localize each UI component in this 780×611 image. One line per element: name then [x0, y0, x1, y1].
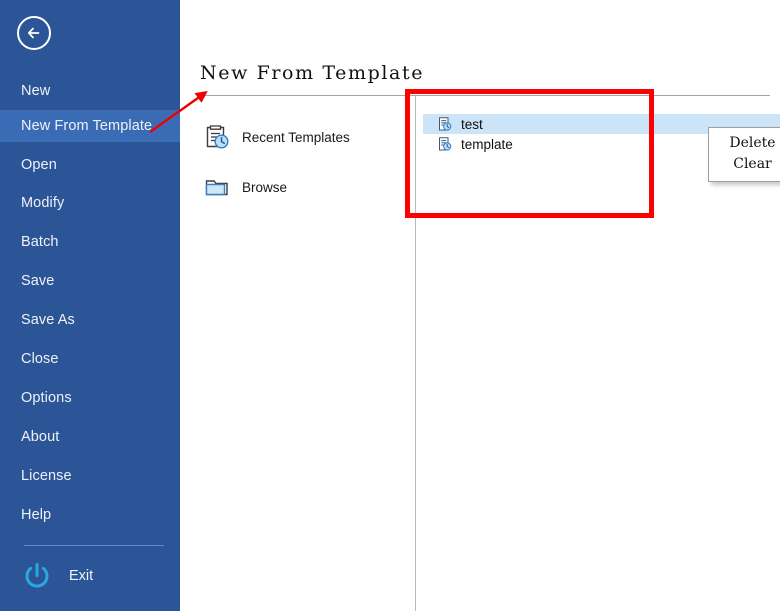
context-menu: Delete Clear	[708, 127, 780, 182]
sidebar-item-close[interactable]: Close	[0, 343, 180, 375]
sidebar-item-label: License	[21, 468, 72, 484]
sidebar-item-label: Open	[21, 157, 57, 173]
list-item-label: template	[461, 136, 513, 152]
back-arrow-icon	[24, 23, 44, 43]
main-content: New From Template Recent Templates Brows…	[180, 0, 780, 611]
sidebar-item-save[interactable]: Save	[0, 265, 180, 297]
sidebar-item-batch[interactable]: Batch	[0, 226, 180, 258]
sidebar-item-modify[interactable]: Modify	[0, 187, 180, 219]
browse-label: Browse	[242, 179, 288, 195]
title-separator	[200, 95, 770, 96]
sidebar-item-label: Close	[21, 351, 59, 367]
sidebar-item-label: New	[21, 83, 51, 99]
template-file-icon	[437, 136, 453, 152]
menu-item-delete[interactable]: Delete	[709, 133, 780, 154]
panel-divider	[415, 96, 416, 611]
sidebar-item-label: New From Template	[21, 118, 153, 134]
sidebar-item-new[interactable]: New	[0, 75, 180, 107]
folder-open-icon	[202, 172, 232, 202]
sidebar-item-label: Options	[21, 390, 72, 406]
sidebar-divider	[24, 545, 164, 546]
exit-label: Exit	[69, 568, 94, 584]
sidebar-item-help[interactable]: Help	[0, 499, 180, 531]
browse-option[interactable]: Browse	[202, 172, 287, 202]
page-title: New From Template	[200, 62, 425, 84]
sidebar-item-about[interactable]: About	[0, 421, 180, 453]
sidebar-item-label: Modify	[21, 195, 65, 211]
sidebar-item-license[interactable]: License	[0, 460, 180, 492]
exit-button[interactable]: Exit	[20, 559, 93, 593]
menu-item-clear[interactable]: Clear	[709, 154, 780, 175]
sidebar-item-label: Save	[21, 273, 55, 289]
sidebar-item-label: Save As	[21, 312, 75, 328]
sidebar-item-label: Help	[21, 507, 52, 523]
template-file-icon	[437, 116, 453, 132]
sidebar-item-new-from-template[interactable]: New From Template	[0, 110, 180, 142]
sidebar-item-options[interactable]: Options	[0, 382, 180, 414]
back-button[interactable]	[17, 16, 51, 50]
sidebar-item-open[interactable]: Open	[0, 149, 180, 181]
recent-templates-label: Recent Templates	[242, 129, 350, 145]
sidebar: New New From Template Open Modify Batch …	[0, 0, 180, 611]
sidebar-item-save-as[interactable]: Save As	[0, 304, 180, 336]
list-item-label: test	[461, 116, 483, 132]
sidebar-item-label: Batch	[21, 234, 59, 250]
sidebar-item-label: About	[21, 429, 60, 445]
recent-templates-option[interactable]: Recent Templates	[202, 122, 350, 152]
recent-templates-icon	[202, 122, 232, 152]
power-icon	[20, 559, 54, 593]
